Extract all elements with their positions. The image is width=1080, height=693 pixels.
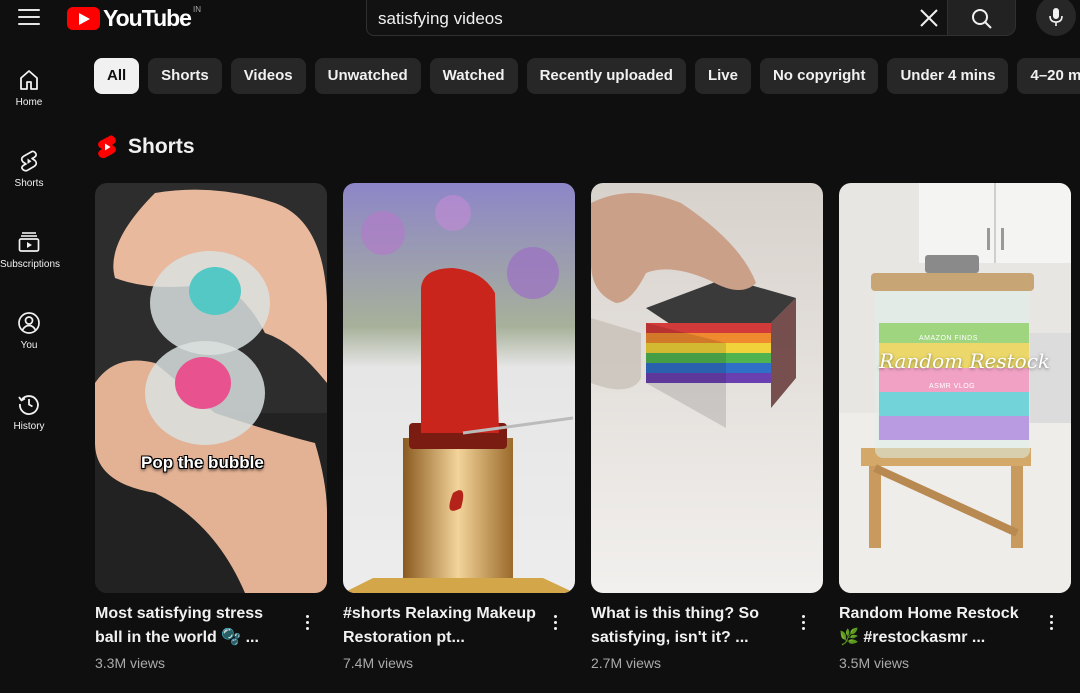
sidebar-item-shorts[interactable]: Shorts — [0, 141, 58, 201]
sidebar-item-home[interactable]: Home — [0, 60, 58, 120]
sidebar-item-label: Shorts — [14, 178, 44, 189]
short-card: #shorts Relaxing Makeup Restoration pt..… — [343, 183, 575, 683]
short-title[interactable]: What is this thing? So satisfying, isn't… — [591, 602, 787, 650]
chip-all[interactable]: All — [94, 58, 140, 94]
youtube-play-icon — [67, 6, 100, 30]
youtube-logo[interactable]: YouTube IN — [67, 4, 201, 32]
short-thumbnail[interactable] — [591, 183, 823, 593]
view-count: 7.4M views — [343, 655, 414, 671]
short-card: What is this thing? So satisfying, isn't… — [591, 183, 823, 683]
short-title[interactable]: #shorts Relaxing Makeup Restoration pt..… — [343, 602, 539, 650]
search-query[interactable]: satisfying videos — [378, 9, 503, 29]
logo-text: YouTube — [103, 4, 192, 31]
view-count: 3.3M views — [95, 655, 166, 671]
chip-unwatched[interactable]: Unwatched — [314, 58, 421, 94]
thumbnail-overlay-title: Random Restock — [879, 349, 1051, 373]
sidebar-item-label: You — [20, 340, 38, 351]
subscriptions-icon — [18, 232, 40, 252]
chip-shorts[interactable]: Shorts — [148, 58, 222, 94]
chip-live[interactable]: Live — [694, 58, 751, 94]
thumbnail-overlay-text: ASMR VLOG — [929, 383, 976, 390]
filter-chips: All Shorts Videos Unwatched Watched Recently … — [94, 58, 1080, 95]
chip-under-4-mins[interactable]: Under 4 mins — [887, 58, 1009, 94]
short-thumbnail[interactable]: Pop the bubble — [95, 183, 327, 593]
menu-icon[interactable] — [16, 6, 42, 28]
view-count: 2.7M views — [591, 655, 662, 671]
short-thumbnail[interactable]: AMAZON FINDS Random Restock ASMR VLOG — [839, 183, 1071, 593]
home-icon — [20, 70, 38, 90]
section-title: Shorts — [128, 135, 195, 158]
chip-recently-uploaded[interactable]: Recently uploaded — [526, 58, 686, 94]
search-icon — [972, 9, 992, 29]
microphone-icon — [1049, 8, 1063, 26]
sidebar-item-subscriptions[interactable]: Subscriptions — [0, 222, 61, 282]
sidebar-item-you[interactable]: You — [0, 303, 58, 363]
search-input[interactable]: satisfying videos — [366, 0, 948, 36]
short-thumbnail[interactable] — [343, 183, 575, 593]
history-icon — [18, 395, 39, 415]
you-icon — [18, 312, 40, 334]
voice-search-button[interactable] — [1036, 0, 1076, 36]
short-title[interactable]: Random Home Restock 🌿 #restockasmr ... — [839, 602, 1035, 650]
shorts-logo-icon — [98, 135, 116, 159]
shorts-icon — [20, 150, 38, 172]
chip-watched[interactable]: Watched — [429, 58, 518, 94]
sidebar-item-label: Home — [15, 97, 43, 108]
chip-no-copyright[interactable]: No copyright — [759, 58, 879, 94]
chip-4-20-mins[interactable]: 4–20 mins — [1017, 58, 1080, 94]
more-options-icon[interactable] — [791, 609, 815, 635]
more-options-icon[interactable] — [543, 609, 567, 635]
shorts-section-header: Shorts — [96, 133, 195, 161]
country-code: IN — [192, 4, 201, 14]
sidebar-item-history[interactable]: History — [0, 384, 58, 444]
sidebar-item-label: History — [13, 421, 45, 432]
short-card: Pop the bubble Most satisfying stress ba… — [95, 183, 327, 683]
chip-videos[interactable]: Videos — [230, 58, 306, 94]
short-title[interactable]: Most satisfying stress ball in the world… — [95, 602, 291, 650]
top-bar: YouTube IN satisfying videos — [0, 0, 1080, 36]
search-button[interactable] — [948, 0, 1016, 36]
short-card: AMAZON FINDS Random Restock ASMR VLOG Ra… — [839, 183, 1071, 683]
view-count: 3.5M views — [839, 655, 910, 671]
thumbnail-overlay-text: AMAZON FINDS — [919, 335, 978, 342]
close-icon[interactable] — [917, 6, 941, 30]
more-options-icon[interactable] — [1039, 609, 1063, 635]
sidebar-item-label: Subscriptions — [0, 259, 61, 270]
more-options-icon[interactable] — [295, 609, 319, 635]
thumbnail-caption: Pop the bubble — [141, 453, 264, 472]
